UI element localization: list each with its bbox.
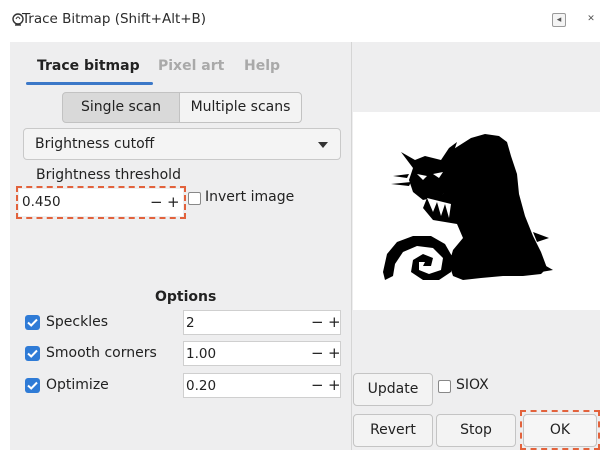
- smooth-corners-value: 1.00: [186, 346, 217, 362]
- detection-mode-dropdown[interactable]: Brightness cutoff: [23, 128, 341, 160]
- invert-image-label: Invert image: [205, 189, 295, 205]
- options-heading: Options: [155, 289, 217, 305]
- threshold-decrement-button[interactable]: −: [150, 195, 163, 210]
- active-tab-indicator: [26, 82, 153, 85]
- speckles-value: 2: [186, 315, 195, 331]
- smooth-corners-checkbox[interactable]: [25, 346, 40, 361]
- tab-pixel-art[interactable]: Pixel art: [158, 58, 224, 82]
- smooth-corners-decrement-button[interactable]: −: [311, 346, 324, 361]
- ok-button[interactable]: OK: [523, 414, 597, 447]
- checkmark-icon: [27, 349, 38, 358]
- window-title: Trace Bitmap (Shift+Alt+B): [22, 11, 207, 27]
- brightness-threshold-value: 0.450: [22, 194, 61, 210]
- checkmark-icon: [27, 381, 38, 390]
- optimize-increment-button[interactable]: +: [328, 378, 341, 393]
- stop-button[interactable]: Stop: [436, 414, 516, 447]
- checkmark-icon: [27, 318, 38, 327]
- close-button[interactable]: ✕: [584, 13, 598, 27]
- threshold-increment-button[interactable]: +: [167, 195, 180, 210]
- brightness-threshold-field[interactable]: 0.450 − +: [19, 189, 183, 216]
- optimize-checkbox[interactable]: [25, 378, 40, 393]
- speckles-label: Speckles: [46, 314, 108, 330]
- revert-button[interactable]: Revert: [353, 414, 433, 447]
- minimize-button[interactable]: ◂: [552, 13, 566, 27]
- speckles-decrement-button[interactable]: −: [311, 315, 324, 330]
- detection-mode-value: Brightness cutoff: [35, 136, 155, 152]
- speckles-increment-button[interactable]: +: [328, 315, 341, 330]
- trace-preview: [353, 112, 600, 310]
- optimize-label: Optimize: [46, 377, 109, 393]
- speckles-checkbox[interactable]: [25, 315, 40, 330]
- update-button[interactable]: Update: [353, 373, 433, 406]
- optimize-value: 0.20: [186, 378, 217, 394]
- tab-help[interactable]: Help: [244, 58, 280, 82]
- smooth-corners-increment-button[interactable]: +: [328, 346, 341, 361]
- multiple-scans-button[interactable]: Multiple scans: [179, 92, 302, 123]
- brightness-threshold-label: Brightness threshold: [36, 167, 181, 183]
- dropdown-arrow-icon: [318, 142, 328, 148]
- siox-checkbox[interactable]: [438, 380, 451, 393]
- single-scan-button[interactable]: Single scan: [62, 92, 180, 123]
- optimize-decrement-button[interactable]: −: [311, 378, 324, 393]
- smooth-corners-label: Smooth corners: [46, 345, 157, 361]
- tab-trace-bitmap[interactable]: Trace bitmap: [37, 58, 140, 82]
- siox-label: SIOX: [456, 377, 489, 393]
- traced-cat-preview-image: [383, 134, 553, 280]
- invert-image-checkbox[interactable]: [188, 192, 201, 205]
